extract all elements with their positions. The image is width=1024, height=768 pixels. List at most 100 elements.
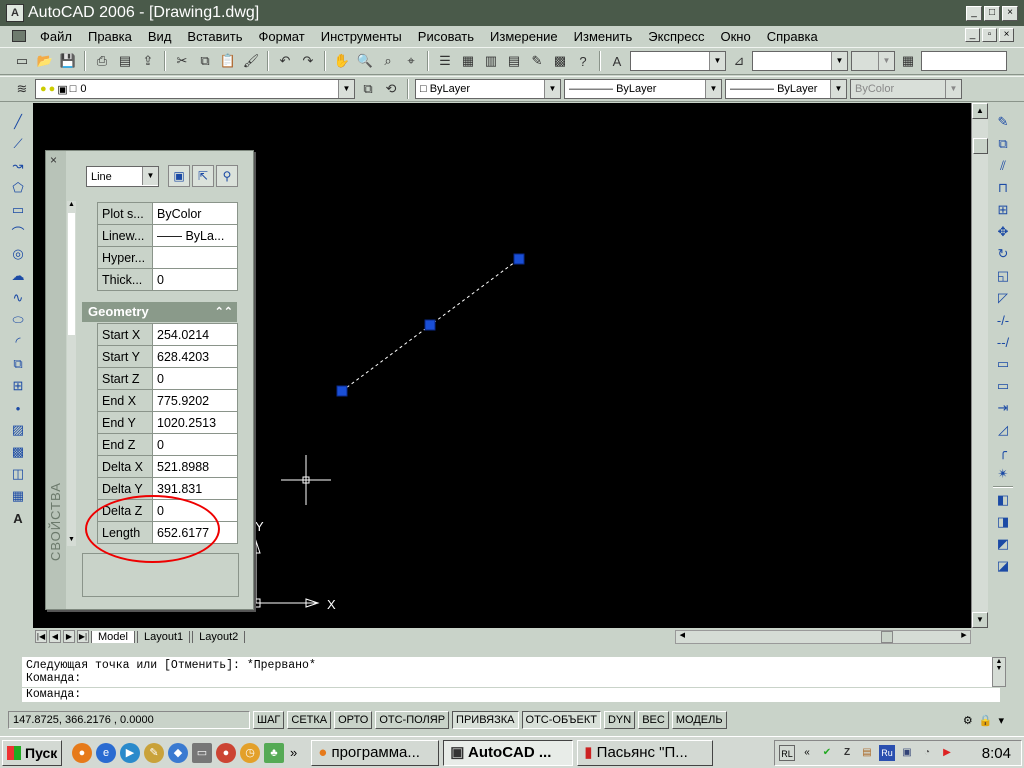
snap-toggle[interactable]: ШАГ [253,711,285,729]
design-center-icon[interactable]: ▦ [458,51,478,71]
close-icon[interactable]: × [50,153,57,167]
media-player-icon[interactable]: ▶ [120,742,140,763]
region-icon[interactable]: ◫ [8,464,28,484]
linetype-select[interactable]: ———— ByLayer ▼ [564,79,722,99]
menu-draw[interactable]: Рисовать [410,29,482,44]
properties-icon[interactable]: ☰ [435,51,455,71]
polygon-icon[interactable]: ⬠ [8,178,28,198]
ellipse-icon[interactable]: ⬭ [8,310,28,330]
plotstyle-select[interactable]: ByColor ▼ [850,79,962,99]
property-value[interactable]: 1020.2513 [152,411,238,434]
construction-line-icon[interactable]: ⟋ [8,134,28,154]
prev-tab-icon[interactable]: ◀ [49,630,61,643]
clock[interactable]: 8:04 [982,745,1011,762]
text-style-select[interactable]: ▼ [630,51,726,71]
extend-icon[interactable]: --/ [993,332,1013,352]
calculator-icon[interactable]: ▩ [550,51,570,71]
keyboard-icon[interactable]: ▤ [859,745,875,761]
redo-icon[interactable]: ↷ [298,51,318,71]
scroll-up-icon[interactable]: ▲ [67,201,76,211]
break-icon[interactable]: ▭ [993,376,1013,396]
property-value[interactable]: 254.0214 [152,323,238,346]
plot-preview-icon[interactable]: ▤ [115,51,135,71]
table-row[interactable]: End Z0 [97,433,238,456]
scale-icon[interactable]: ◱ [993,266,1013,286]
new-icon[interactable]: ▭ [12,51,32,71]
rotate-icon[interactable]: ↻ [993,244,1013,264]
layer-manager-icon[interactable]: ≋ [12,79,32,99]
start-button[interactable]: Пуск [2,739,62,766]
doc-restore-button[interactable]: ▫ [982,28,997,42]
menu-format[interactable]: Формат [251,29,313,44]
osnap-toggle[interactable]: ПРИВЯЗКА [452,711,519,729]
more-chevron-icon[interactable]: » [290,745,297,760]
erase-icon[interactable]: ✎ [993,112,1013,132]
table-row[interactable]: End X 775.9202 [97,389,238,412]
lock-icon[interactable]: 🔒 [979,714,993,727]
firefox-icon[interactable]: ● [72,742,92,763]
hatch-icon[interactable]: ▨ [8,420,28,440]
table-row[interactable]: Start X 254.0214 [97,323,238,346]
comm-center-icon[interactable]: ⚙ [963,714,973,727]
minimize-button[interactable]: _ [966,6,982,21]
tab-model[interactable]: Model [91,630,135,643]
zoom-previous-icon[interactable]: ⌖ [401,51,421,71]
otrack-toggle[interactable]: ОТС-ОБЪЕКТ [521,711,601,729]
copy-object-icon[interactable]: ⧉ [993,134,1013,154]
property-value[interactable]: 775.9202 [152,389,238,412]
extra-style-field[interactable] [921,51,1007,71]
ortho-toggle[interactable]: ОРТО [334,711,373,729]
line-icon[interactable]: ╱ [8,112,28,132]
scroll-down-icon[interactable]: ▼ [67,536,76,546]
property-value[interactable]: 521.8988 [152,455,238,478]
horizontal-scrollbar[interactable]: ◀ ▶ [675,629,971,644]
color-select[interactable]: □ ByLayer ▼ [415,79,561,99]
dim-style-icon[interactable]: ⊿ [729,51,749,71]
ellipse-arc-icon[interactable]: ◜ [8,332,28,352]
command-input[interactable]: Команда: [22,688,1000,702]
vertical-scrollbar[interactable]: ▲ ▼ [971,103,988,628]
quick-app-icon[interactable]: ● [216,742,236,763]
task-autocad[interactable]: ▣ AutoCAD ... [443,739,574,766]
property-value[interactable]: ByColor [152,202,238,225]
toggle-pickadd-icon[interactable]: ▣ [168,165,190,187]
command-scrollbar[interactable]: ▲ ▼ [992,657,1006,687]
make-block-icon[interactable]: ⊞ [8,376,28,396]
table-icon[interactable]: ▦ [8,486,28,506]
spline-icon[interactable]: ∿ [8,288,28,308]
layer-previous-icon[interactable]: ⟲ [381,79,401,99]
menu-dimension[interactable]: Измерение [482,29,566,44]
move-icon[interactable]: ✥ [993,222,1013,242]
circle-icon[interactable]: ◎ [8,244,28,264]
draw-order-back-icon[interactable]: ◨ [993,512,1013,532]
table-row[interactable]: End Y 1020.2513 [97,411,238,434]
paste-icon[interactable]: 📋 [218,51,238,71]
trim-icon[interactable]: -/- [993,310,1013,330]
scroll-down-icon[interactable]: ▼ [972,612,988,628]
scroll-right-icon[interactable]: ▶ [958,631,970,643]
status-menu-chevron-icon[interactable]: ▾ [998,714,1004,727]
point-icon[interactable]: • [8,398,28,418]
zoom-window-icon[interactable]: ⌕ [378,51,398,71]
shield-app-icon[interactable]: ◆ [168,742,188,763]
stretch-icon[interactable]: ◸ [993,288,1013,308]
scroll-thumb[interactable] [68,213,75,335]
fillet-icon[interactable]: ╭ [993,442,1013,462]
last-tab-icon[interactable]: ▶| [77,630,89,643]
revision-cloud-icon[interactable]: ☁ [8,266,28,286]
lineweight-select[interactable]: ———— ByLayer ▼ [725,79,847,99]
text-style-icon[interactable]: A [607,51,627,71]
property-value[interactable]: 0 [152,268,238,291]
property-value[interactable] [152,246,238,269]
gradient-icon[interactable]: ▩ [8,442,28,462]
document-icon[interactable] [12,30,26,42]
internet-explorer-icon[interactable]: e [96,742,116,763]
first-tab-icon[interactable]: |◀ [35,630,47,643]
task-program[interactable]: ● программа... [311,739,440,766]
table-style-icon[interactable]: ▦ [898,51,918,71]
network-icon[interactable]: ▣ [899,745,915,761]
object-type-select[interactable]: Line ▼ [86,166,159,187]
task-solitaire[interactable]: ▮ Пасьянс "П... [577,739,714,766]
chamfer-icon[interactable]: ◿ [993,420,1013,440]
dim-style-select[interactable]: ▼ [752,51,848,71]
